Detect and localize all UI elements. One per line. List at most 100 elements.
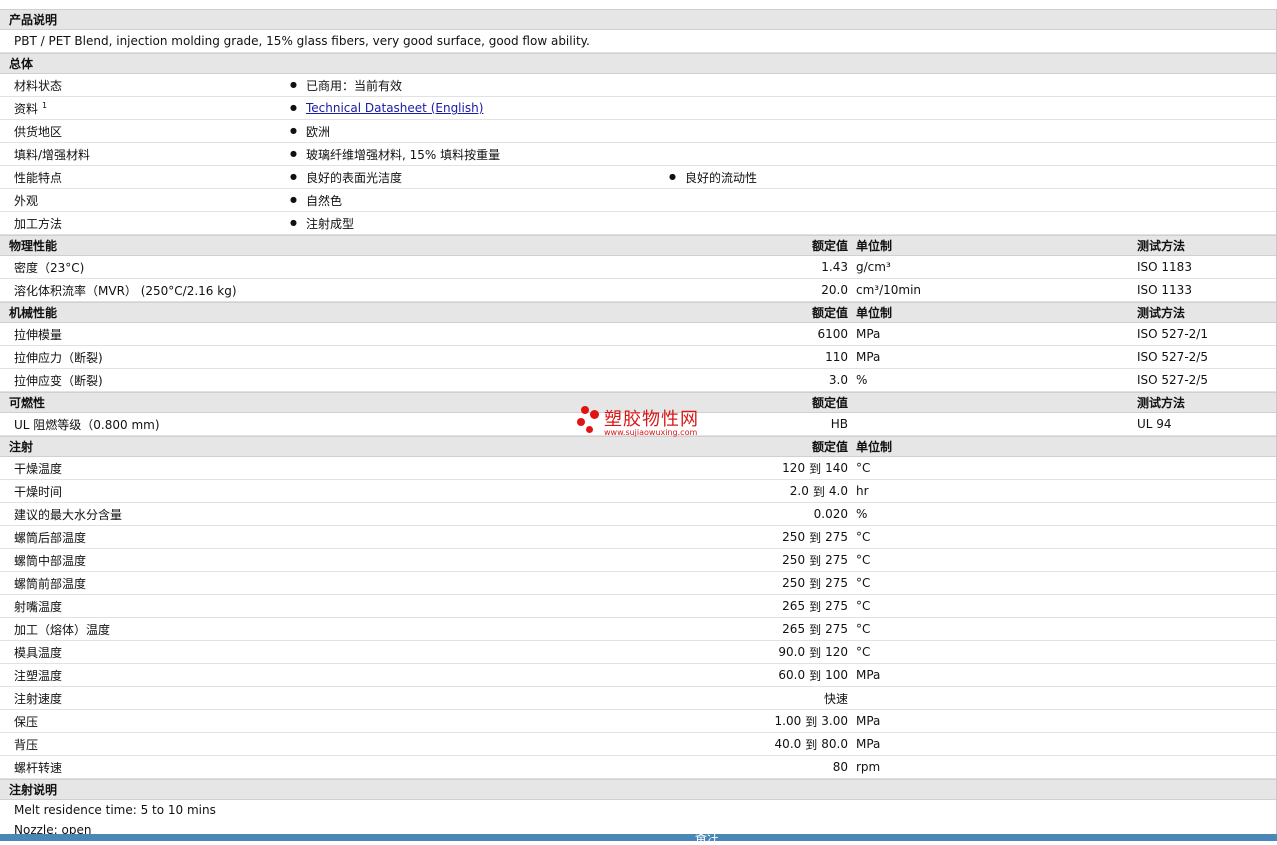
property-value: 250 到 275 (782, 572, 848, 594)
property-row: 溶化体积流率（MVR） (250°C/2.16 kg) 20.0 cm³/10min… (0, 279, 1276, 302)
property-label: 建议的最大水分含量 (14, 507, 123, 522)
col-header-test: 测试方法 (1137, 239, 1186, 253)
footer-label: 备注 (695, 830, 720, 844)
property-value: 良好的流动性 (669, 166, 757, 188)
section-title: 物理性能 (9, 239, 58, 253)
range-from: 2.0 (789, 484, 809, 498)
range-to-word: 到 (809, 622, 822, 637)
col-header-value: 额定值 (811, 440, 848, 454)
property-label: 材料状态 (14, 78, 63, 93)
property-label: 注塑温度 (14, 668, 63, 683)
section-header-physical: 物理性能 额定值 单位制 测试方法 (0, 235, 1276, 256)
range-to-word: 到 (812, 484, 825, 499)
property-label: 加工（熔体）温度 (14, 622, 111, 637)
footnote-marker: 1 (42, 100, 48, 110)
property-label: UL 阻燃等级（0.800 mm) (14, 417, 160, 432)
col-header-unit: 单位制 (856, 306, 893, 320)
property-unit: hr (856, 484, 869, 498)
col-header-value: 额定值 (811, 239, 848, 253)
property-label: 供货地区 (14, 124, 63, 139)
range-upto: 275 (825, 553, 848, 567)
property-value: 1.00 到 3.00 (775, 710, 848, 732)
range-from: 60.0 (778, 668, 806, 682)
property-value: HB (830, 417, 848, 431)
injection-row: 螺杆转速 80 rpm (0, 756, 1276, 779)
col-header-value: 额定值 (811, 396, 848, 410)
property-value: 1.43 (821, 260, 848, 274)
property-label: 资料 1 (14, 100, 48, 116)
property-label: 拉伸模量 (14, 327, 63, 342)
datasheet-link[interactable]: Technical Datasheet (English) (306, 101, 483, 115)
general-row: 材料状态 已商用：当前有效 (0, 74, 1276, 97)
property-value: 80 (832, 760, 848, 774)
test-method: ISO 1133 (1137, 283, 1192, 297)
range-to-word: 到 (805, 714, 818, 729)
range-to-word: 到 (809, 530, 822, 545)
property-value: 265 到 275 (782, 618, 848, 640)
property-unit: % (856, 373, 868, 387)
property-label: 填料/增强材料 (14, 147, 91, 162)
general-row: 性能特点 良好的表面光洁度 良好的流动性 (0, 166, 1276, 189)
test-method: ISO 527-2/1 (1137, 327, 1208, 341)
property-unit: °C (856, 576, 871, 590)
property-value: 60.0 到 100 (778, 664, 848, 686)
general-row: 外观 自然色 (0, 189, 1276, 212)
property-label: 模具温度 (14, 645, 63, 660)
injection-rows: 干燥温度 120 到 140 °C 干燥时间 2.0 到 4.0 hr 建议的最大水分含量 0.020… (0, 457, 1276, 779)
general-row: 资料1 Technical Datasheet (English) (0, 97, 1276, 120)
property-label: 螺筒前部温度 (14, 576, 87, 591)
range-to-word: 到 (805, 737, 818, 752)
property-unit: °C (856, 599, 871, 613)
property-row: 拉伸模量 6100 MPa ISO 527-2/1 (0, 323, 1276, 346)
injection-row: 螺筒中部温度 250 到 275 °C (0, 549, 1276, 572)
section-header-general: 总体 (0, 53, 1276, 74)
property-label: 外观 (14, 193, 39, 208)
property-value: 快速 (823, 691, 848, 706)
injection-row: 背压 40.0 到 80.0 MPa (0, 733, 1276, 756)
property-label: 性能特点 (14, 170, 63, 185)
range-upto: 275 (825, 530, 848, 544)
top-edge (0, 0, 1277, 9)
note-text: Melt residence time: 5 to 10 mins (14, 803, 216, 817)
range-to-word: 到 (809, 461, 822, 476)
property-label: 射嘴温度 (14, 599, 63, 614)
injection-row: 注射速度 快速 (0, 687, 1276, 710)
mechanical-rows: 拉伸模量 6100 MPa ISO 527-2/1 拉伸应力（断裂) 110 MPa ISO … (0, 323, 1276, 392)
property-label: 加工方法 (14, 216, 63, 231)
property-row: 密度（23°C) 1.43 g/cm³ ISO 1183 (0, 256, 1276, 279)
property-unit: MPa (856, 714, 881, 728)
range-from: 250 (782, 530, 806, 544)
section-title: 注射 (9, 440, 34, 454)
range-upto: 4.0 (828, 484, 848, 498)
property-value: 2.0 到 4.0 (790, 480, 848, 502)
col-header-unit: 单位制 (856, 440, 893, 454)
range-upto: 275 (825, 599, 848, 613)
property-unit: °C (856, 553, 871, 567)
property-label: 拉伸应变（断裂) (14, 373, 103, 388)
property-value: 40.0 到 80.0 (775, 733, 848, 755)
general-row: 填料/增强材料 玻璃纤维增强材料, 15% 填料按重量 (0, 143, 1276, 166)
section-header-description: 产品说明 (0, 9, 1276, 30)
range-from: 250 (782, 576, 806, 590)
property-label: 螺筒后部温度 (14, 530, 87, 545)
section-title: 产品说明 (9, 13, 58, 27)
property-value: 20.0 (821, 283, 848, 297)
section-title: 注射说明 (9, 783, 58, 797)
range-from: 120 (782, 461, 806, 475)
property-value: 自然色 (290, 189, 342, 211)
property-value: 3.0 (828, 373, 848, 387)
range-upto: 275 (825, 576, 848, 590)
injection-row: 加工（熔体）温度 265 到 275 °C (0, 618, 1276, 641)
property-label: 拉伸应力（断裂) (14, 350, 103, 365)
section-title: 可燃性 (9, 396, 46, 410)
range-to-word: 到 (809, 576, 822, 591)
test-method: ISO 527-2/5 (1137, 350, 1208, 364)
footer-bar: 备注 (0, 830, 1277, 844)
watermark-url: www.sujiaowuxing.com (604, 428, 698, 437)
general-row: 加工方法 注射成型 (0, 212, 1276, 235)
range-from: 265 (782, 599, 806, 613)
range-upto: 120 (825, 645, 848, 659)
watermark-logo: 塑胶物性网 www.sujiaowuxing.com (576, 404, 716, 438)
property-value: 265 到 275 (782, 595, 848, 617)
property-value: 110 (825, 350, 848, 364)
